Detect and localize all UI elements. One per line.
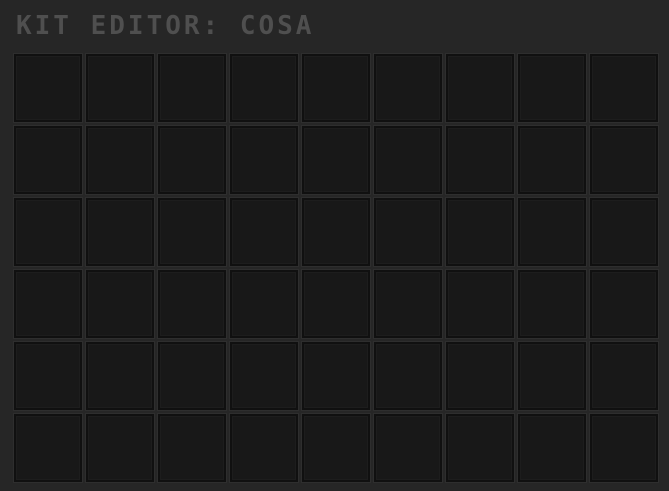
kit-pad[interactable]	[14, 414, 82, 482]
kit-pad[interactable]	[230, 342, 298, 410]
kit-pad[interactable]	[374, 54, 442, 122]
kit-pad[interactable]	[86, 126, 154, 194]
kit-pad[interactable]	[590, 342, 658, 410]
kit-pad[interactable]	[14, 198, 82, 266]
kit-pad[interactable]	[446, 126, 514, 194]
kit-pad[interactable]	[14, 342, 82, 410]
kit-pad[interactable]	[302, 198, 370, 266]
kit-pad[interactable]	[590, 198, 658, 266]
kit-pad[interactable]	[302, 414, 370, 482]
kit-pad[interactable]	[86, 270, 154, 338]
kit-pad[interactable]	[302, 342, 370, 410]
kit-pad[interactable]	[158, 270, 226, 338]
kit-pad[interactable]	[14, 54, 82, 122]
kit-pad[interactable]	[230, 54, 298, 122]
kit-pad[interactable]	[446, 270, 514, 338]
kit-pad[interactable]	[518, 342, 586, 410]
kit-pad[interactable]	[302, 54, 370, 122]
pad-grid	[14, 54, 658, 482]
kit-pad[interactable]	[518, 198, 586, 266]
window-title: KIT EDITOR: COSA	[16, 11, 315, 41]
kit-pad[interactable]	[446, 198, 514, 266]
kit-pad[interactable]	[230, 270, 298, 338]
kit-pad[interactable]	[590, 414, 658, 482]
kit-pad[interactable]	[86, 54, 154, 122]
kit-pad[interactable]	[590, 54, 658, 122]
kit-pad[interactable]	[374, 126, 442, 194]
kit-pad[interactable]	[446, 54, 514, 122]
kit-pad[interactable]	[302, 270, 370, 338]
kit-pad[interactable]	[158, 342, 226, 410]
kit-pad[interactable]	[446, 414, 514, 482]
kit-pad[interactable]	[590, 126, 658, 194]
kit-pad[interactable]	[446, 342, 514, 410]
kit-pad[interactable]	[86, 342, 154, 410]
kit-pad[interactable]	[518, 270, 586, 338]
kit-pad[interactable]	[590, 270, 658, 338]
kit-pad[interactable]	[230, 198, 298, 266]
kit-pad[interactable]	[158, 414, 226, 482]
kit-pad[interactable]	[86, 198, 154, 266]
kit-pad[interactable]	[158, 198, 226, 266]
kit-pad[interactable]	[230, 126, 298, 194]
kit-pad[interactable]	[14, 270, 82, 338]
kit-pad[interactable]	[14, 126, 82, 194]
kit-pad[interactable]	[374, 270, 442, 338]
kit-pad[interactable]	[518, 414, 586, 482]
kit-pad[interactable]	[86, 414, 154, 482]
kit-pad[interactable]	[374, 198, 442, 266]
kit-pad[interactable]	[230, 414, 298, 482]
kit-pad[interactable]	[374, 342, 442, 410]
kit-pad[interactable]	[518, 54, 586, 122]
kit-pad[interactable]	[158, 126, 226, 194]
kit-pad[interactable]	[302, 126, 370, 194]
kit-editor-window: KIT EDITOR: COSA	[0, 0, 669, 491]
kit-pad[interactable]	[374, 414, 442, 482]
kit-pad[interactable]	[158, 54, 226, 122]
kit-pad[interactable]	[518, 126, 586, 194]
